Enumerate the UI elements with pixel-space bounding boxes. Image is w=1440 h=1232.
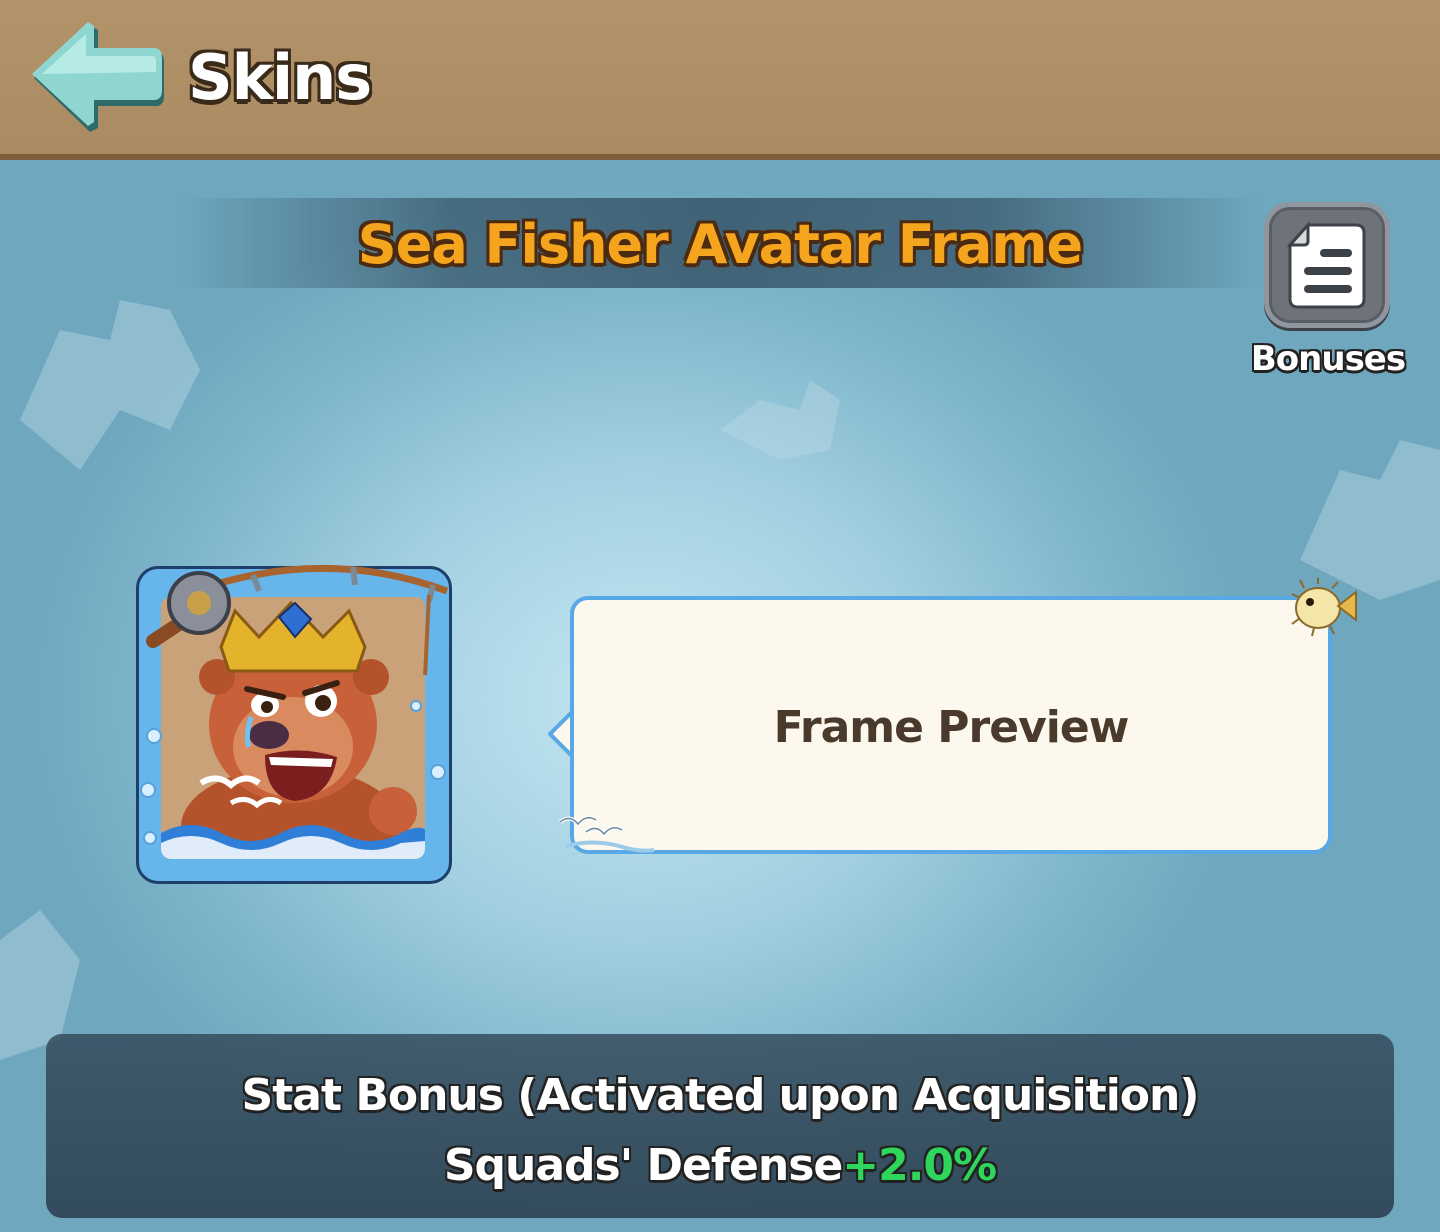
page-title: Skins — [188, 41, 372, 114]
pufferfish-icon — [1291, 578, 1357, 637]
bubbles-decoration — [140, 700, 446, 845]
document-list-icon — [1286, 221, 1366, 309]
stat-bonus-line: Squads' Defense+2.0% — [0, 1136, 1440, 1196]
back-arrow-icon — [32, 22, 164, 132]
avatar-frame-preview[interactable] — [136, 564, 452, 884]
stat-value: +2.0% — [842, 1140, 997, 1191]
stat-name: Squads' Defense — [443, 1140, 843, 1191]
stat-bonus-heading: Stat Bonus (Activated upon Acquisition) — [241, 1070, 1200, 1121]
bonuses-button[interactable] — [1264, 202, 1390, 328]
skin-title: Sea Fisher Avatar Frame — [357, 213, 1083, 276]
bonuses-label: Bonuses — [1250, 339, 1406, 379]
back-button[interactable] — [28, 18, 168, 136]
seagulls-decoration — [558, 815, 655, 853]
frame-preview-label: Frame Preview — [773, 702, 1130, 753]
